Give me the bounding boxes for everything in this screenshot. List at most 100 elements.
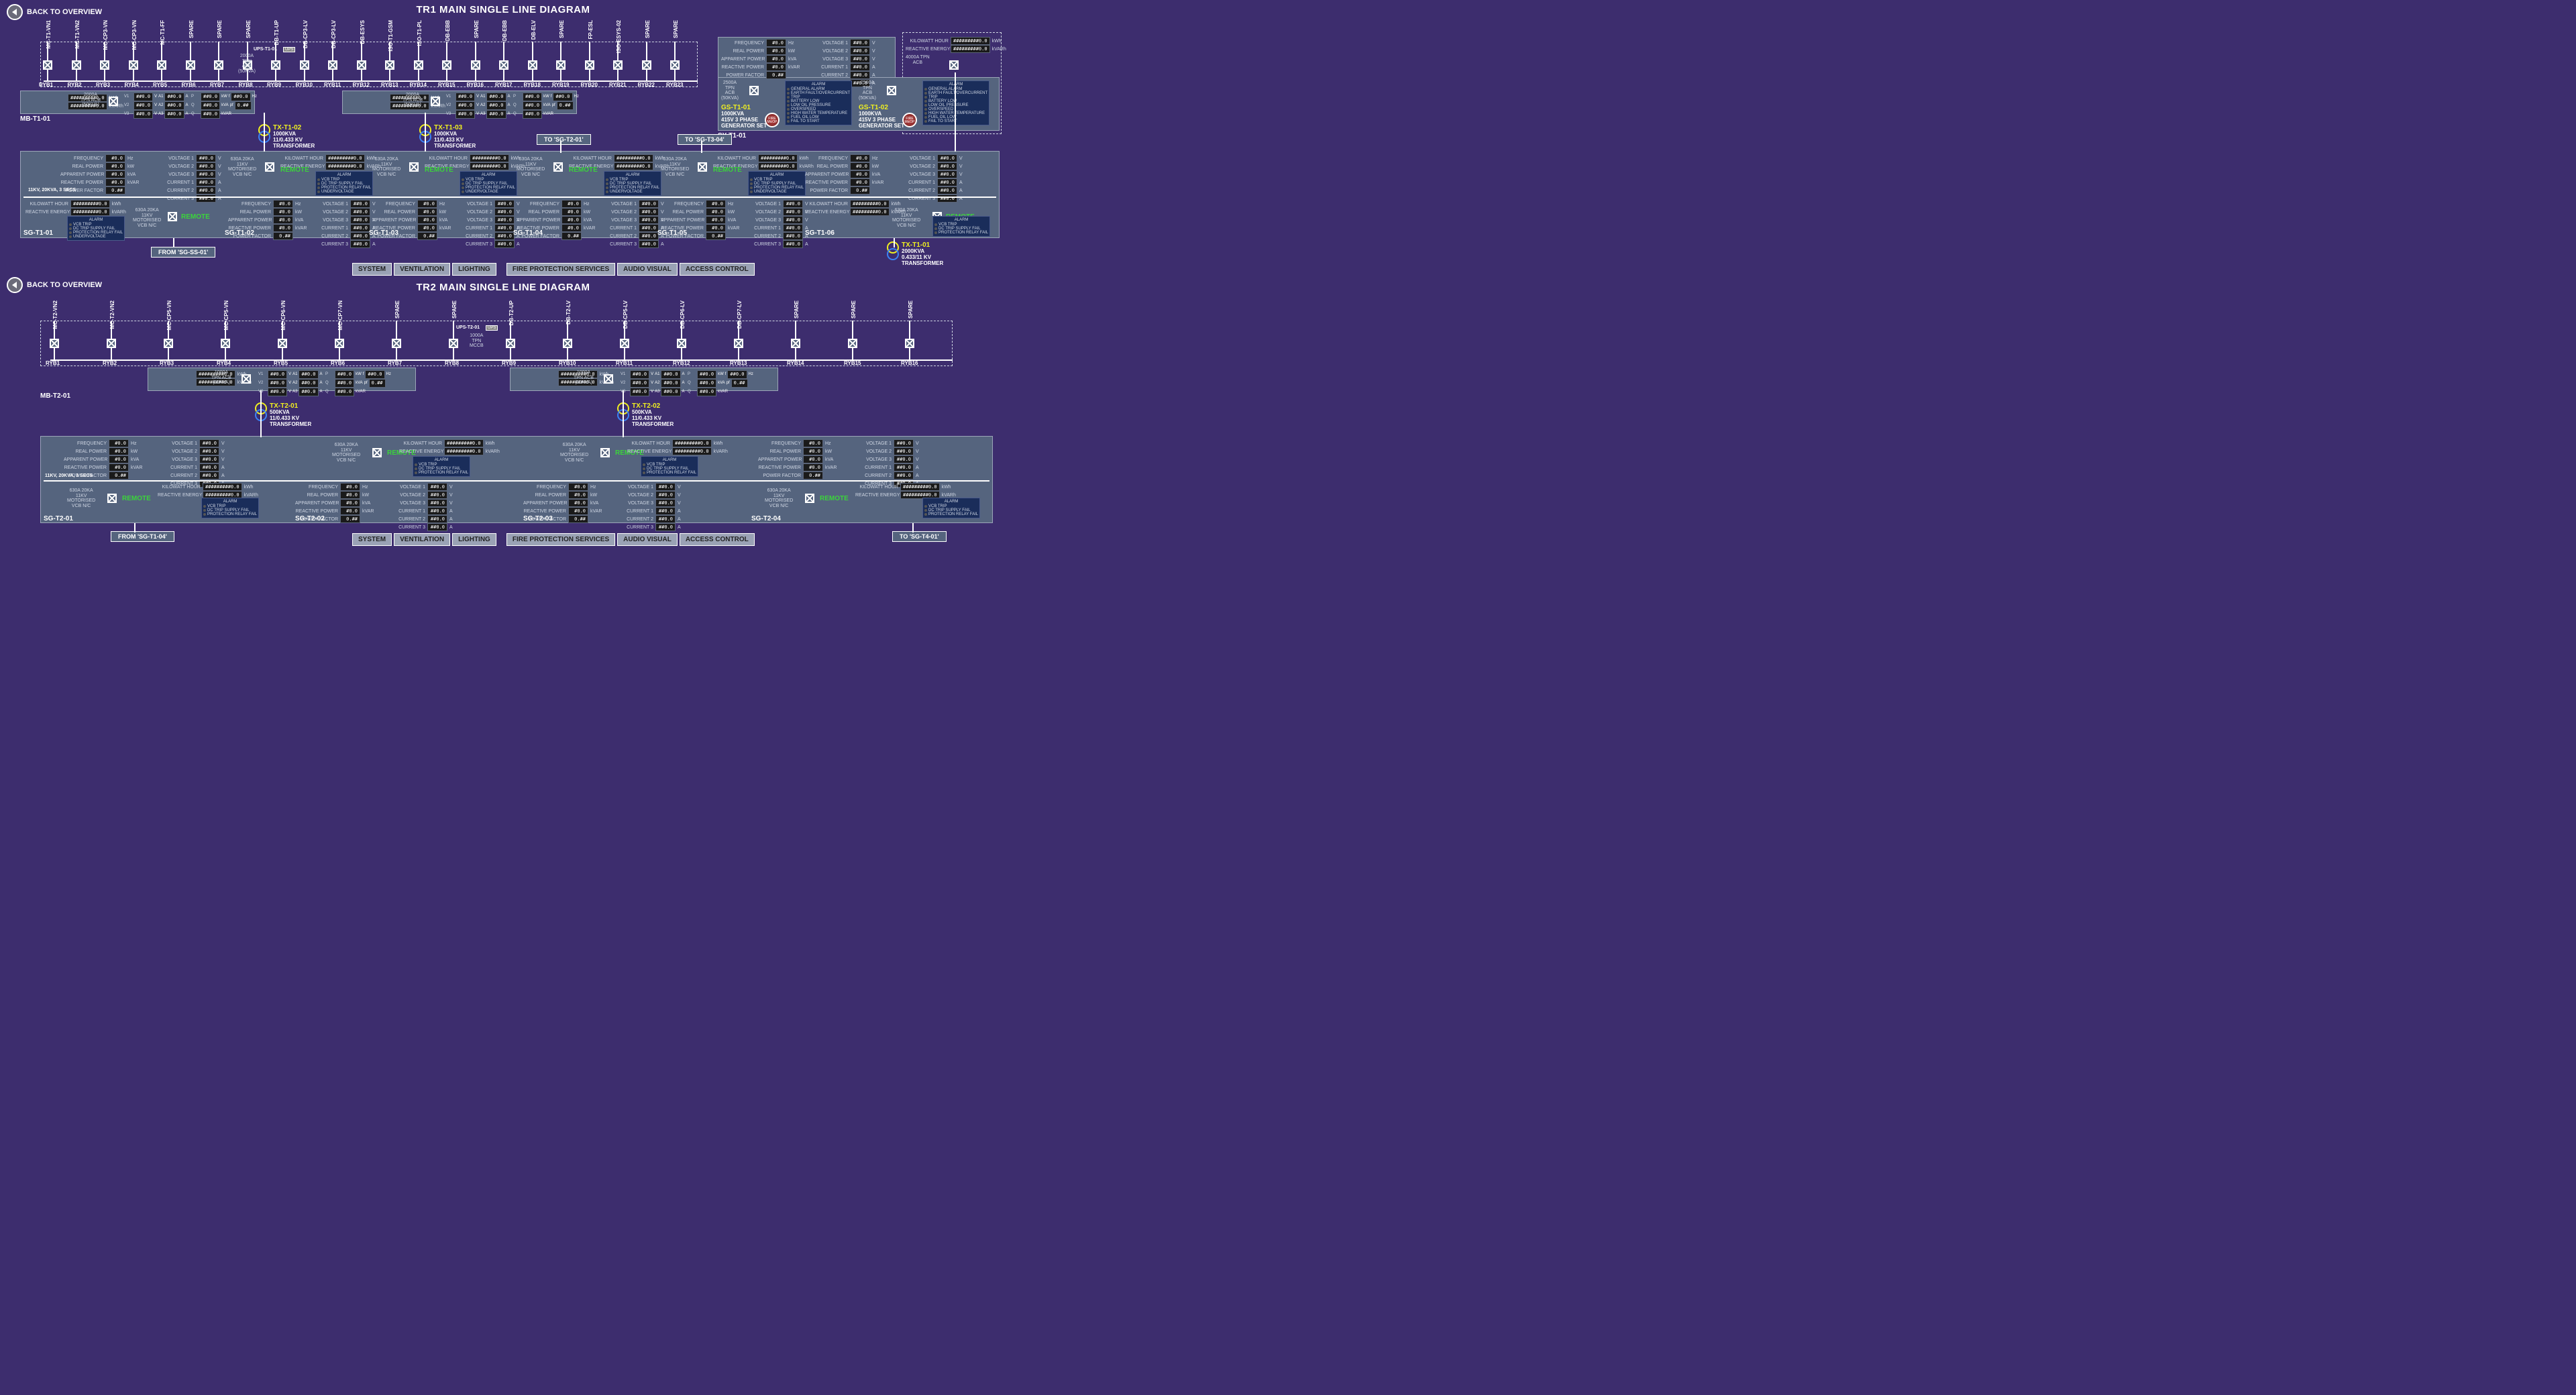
- tag-from-ss[interactable]: FROM 'SG-SS-01': [151, 247, 215, 258]
- feeder-label: FP-ESL: [588, 20, 594, 39]
- pqf-readings: P##0.0kWf##0.0Hz Q##0.0kVApf0.## Q##0.0k…: [325, 370, 391, 396]
- ryb-label: RYB1: [46, 360, 60, 366]
- ryb-label: RYB17: [495, 82, 513, 88]
- feeder-breaker[interactable]: [848, 339, 857, 348]
- line: [134, 523, 136, 533]
- nav-access[interactable]: ACCESS CONTROL: [680, 533, 755, 546]
- feeder-breaker[interactable]: [613, 60, 623, 70]
- feeder-breaker[interactable]: [506, 339, 515, 348]
- nav-access[interactable]: ACCESS CONTROL: [680, 263, 755, 276]
- nav-fire[interactable]: FIRE PROTECTION SERVICES: [506, 263, 615, 276]
- alarm-box: ALARMGENERAL ALARMEARTH FAULT/OVERCURREN…: [785, 80, 852, 125]
- acb-breaker[interactable]: [887, 86, 896, 95]
- nav-ventilation[interactable]: VENTILATION: [394, 533, 450, 546]
- feeder-breaker[interactable]: [50, 339, 59, 348]
- fire-micop-button[interactable]: FIRE MicOP: [765, 113, 780, 127]
- energy-readings: KILOWATT HOUR#########0.0kWh REACTIVE EN…: [906, 37, 1006, 53]
- feeder-breaker[interactable]: [392, 339, 401, 348]
- feeder-breaker[interactable]: [357, 60, 366, 70]
- ryb-label: RYB6: [331, 360, 345, 366]
- feeder-breaker[interactable]: [385, 60, 394, 70]
- feeder-breaker[interactable]: [164, 339, 173, 348]
- feeder-breaker[interactable]: [905, 339, 914, 348]
- vcb-breaker[interactable]: [553, 162, 563, 172]
- alarm-box: ALARMVCB TRIPDC TRIP SUPPLY FAILPROTECTI…: [922, 498, 980, 518]
- remote-status: REMOTE: [181, 213, 210, 221]
- nav-av[interactable]: AUDIO VISUAL: [617, 533, 678, 546]
- ryb-label: RYB5: [153, 82, 167, 88]
- feeder-breaker[interactable]: [157, 60, 166, 70]
- ryb-label: RYB8: [445, 360, 459, 366]
- vcb-breaker[interactable]: [600, 448, 610, 457]
- ryb-label: RYB13: [730, 360, 747, 366]
- nav-ventilation[interactable]: VENTILATION: [394, 263, 450, 276]
- feeder-breaker[interactable]: [556, 60, 566, 70]
- feeder-breaker[interactable]: [72, 60, 81, 70]
- vcb-breaker[interactable]: [409, 162, 419, 172]
- cb-630-info: 630A 20KA11KVMOTORISEDVCB N/C: [517, 157, 545, 178]
- feeder-breaker[interactable]: [442, 60, 451, 70]
- feeder-breaker[interactable]: [129, 60, 138, 70]
- feeder-breaker[interactable]: [670, 60, 680, 70]
- nav-lighting[interactable]: LIGHTING: [452, 533, 496, 546]
- nav-system[interactable]: SYSTEM: [352, 533, 392, 546]
- feeder-breaker[interactable]: [100, 60, 109, 70]
- vcb-breaker[interactable]: [265, 162, 274, 172]
- tag-to-t2[interactable]: TO 'SG-T2-01': [537, 134, 591, 145]
- feeder-breaker[interactable]: [414, 60, 423, 70]
- feeder-breaker[interactable]: [186, 60, 195, 70]
- tag-from-t1[interactable]: FROM 'SG-T1-04': [111, 531, 174, 542]
- ryb-label: RYB14: [787, 360, 804, 366]
- ryb-label: RYB1: [39, 82, 53, 88]
- acb-breaker[interactable]: [604, 374, 613, 384]
- nav-fire[interactable]: FIRE PROTECTION SERVICES: [506, 533, 615, 546]
- nav-lighting[interactable]: LIGHTING: [452, 263, 496, 276]
- ryb-label: RYB6: [182, 82, 196, 88]
- vcb-breaker[interactable]: [107, 494, 117, 503]
- feeder-breaker[interactable]: [642, 60, 651, 70]
- acb-breaker[interactable]: [241, 374, 251, 384]
- cb-630-info: 630A 20KA11KVMOTORISEDVCB N/C: [133, 208, 161, 229]
- nav-av[interactable]: AUDIO VISUAL: [617, 263, 678, 276]
- tag-to-t4[interactable]: TO 'SG-T4-01': [892, 531, 947, 542]
- mccb-1000-info: 1000ATPNMCCB: [470, 333, 484, 349]
- feeder-breaker[interactable]: [300, 60, 309, 70]
- ryb-label: RYB10: [559, 360, 576, 366]
- feeder-breaker[interactable]: [585, 60, 594, 70]
- feeder-breaker[interactable]: [221, 339, 230, 348]
- vcb-breaker[interactable]: [805, 494, 814, 503]
- feeder-breaker[interactable]: [791, 339, 800, 348]
- acb-breaker[interactable]: [431, 97, 440, 106]
- power-readings: FREQUENCY#0.0HzREAL POWER#0.0kWAPPARENT …: [758, 439, 837, 480]
- feeder-breaker[interactable]: [620, 339, 629, 348]
- feeder-breaker[interactable]: [449, 339, 458, 348]
- vcb-breaker[interactable]: [168, 212, 177, 221]
- ryb-label: RYB3: [160, 360, 174, 366]
- feeder-breaker[interactable]: [471, 60, 480, 70]
- feeder-breaker[interactable]: [328, 60, 337, 70]
- ryb-label: RYB13: [381, 82, 398, 88]
- acb-1000-info: 1000ATPN ACB(50KVA): [574, 370, 594, 386]
- feeder-breaker[interactable]: [43, 60, 52, 70]
- nav-system[interactable]: SYSTEM: [352, 263, 392, 276]
- feeder-breaker[interactable]: [214, 60, 223, 70]
- feeder-breaker[interactable]: [734, 339, 743, 348]
- feeder-breaker[interactable]: [335, 339, 344, 348]
- feeder-breaker[interactable]: [499, 60, 508, 70]
- acb-breaker[interactable]: [109, 97, 118, 106]
- feeder-breaker[interactable]: [278, 339, 287, 348]
- vcb-breaker[interactable]: [698, 162, 707, 172]
- feeder-breaker[interactable]: [528, 60, 537, 70]
- vcb-breaker[interactable]: [372, 448, 382, 457]
- feeder-breaker[interactable]: [677, 339, 686, 348]
- feeder-breaker[interactable]: [107, 339, 116, 348]
- feeder-label: SPARE: [673, 20, 679, 38]
- va-readings: V1##0.0VA1##0.0A V2##0.0VA2##0.0A V3##0.…: [446, 93, 511, 119]
- fire-micop-button[interactable]: FIRE MicOP: [902, 113, 917, 127]
- tag-to-t3[interactable]: TO 'SG-T3-04': [678, 134, 732, 145]
- feeder-label: DB-EBB: [445, 20, 451, 41]
- feeder-breaker[interactable]: [271, 60, 280, 70]
- acb-breaker[interactable]: [749, 86, 759, 95]
- feeder-breaker[interactable]: [563, 339, 572, 348]
- acb-breaker[interactable]: [949, 60, 959, 70]
